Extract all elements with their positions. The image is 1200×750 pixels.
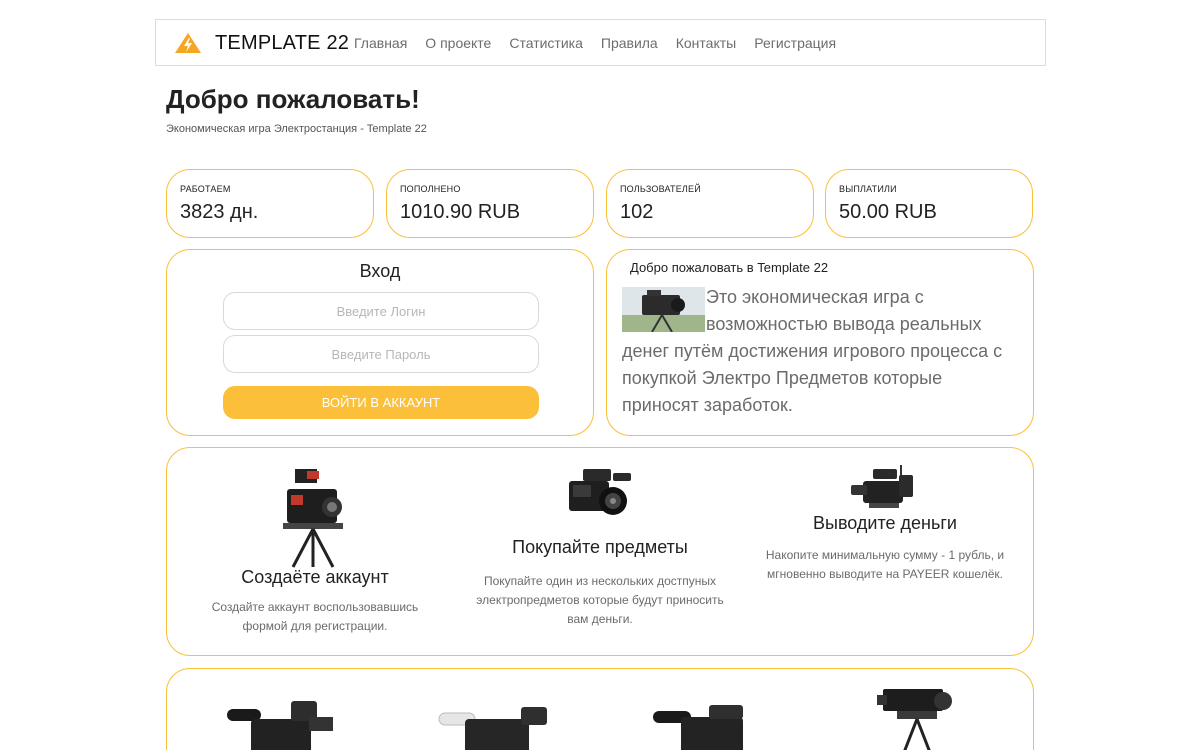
lightning-logo-icon[interactable]: [174, 32, 202, 54]
login-title: Вход: [359, 261, 401, 281]
page-subtitle: Экономическая игра Электростанция - Temp…: [166, 123, 427, 135]
step-create-account: Создаёте аккаунт Создайте аккаунт воспол…: [187, 567, 443, 636]
login-card: Вход Войти в аккаунт: [166, 249, 594, 436]
stat-value: 3823 дн.: [180, 201, 259, 223]
nav-menu: Главная О проекте Статистика Правила Кон…: [354, 35, 854, 51]
login-button[interactable]: Войти в аккаунт: [223, 386, 539, 419]
camcorder-product-icon[interactable]: [435, 705, 555, 750]
stat-card-deposited: Пополнено 1010.90 RUB: [386, 169, 594, 238]
stat-card-paid: Выплатили 50.00 RUB: [825, 169, 1033, 238]
nav-link-about[interactable]: О проекте: [425, 35, 491, 51]
login-input[interactable]: [223, 292, 539, 330]
nav-link-contacts[interactable]: Контакты: [676, 35, 736, 51]
step-buy-items: Покупайте предметы Покупайте один из нес…: [465, 537, 735, 629]
step-title: Создаёте аккаунт: [241, 567, 389, 587]
brand-name[interactable]: TEMPLATE 22: [215, 32, 349, 55]
password-input[interactable]: [223, 335, 539, 373]
stat-value: 50.00 RUB: [839, 201, 937, 223]
nav-link-home[interactable]: Главная: [354, 35, 407, 51]
welcome-text-block: Это экономическая игра с возможностью вы…: [622, 284, 1022, 419]
step-desc: Покупайте один из нескольких достпуных э…: [476, 574, 724, 626]
welcome-heading: Добро пожаловать в Template 22: [630, 260, 829, 275]
stat-label: Пользователей: [620, 184, 701, 194]
nav-link-register[interactable]: Регистрация: [754, 35, 836, 51]
step-title: Покупайте предметы: [512, 537, 688, 557]
step-desc: Накопите минимальную сумму - 1 рубль, и …: [765, 548, 1005, 581]
nav-link-stats[interactable]: Статистика: [509, 35, 583, 51]
stat-card-days: Работаем 3823 дн.: [166, 169, 374, 238]
nav-link-rules[interactable]: Правила: [601, 35, 658, 51]
camcorder-icon: [851, 465, 913, 508]
camcorder-product-icon[interactable]: [221, 693, 341, 750]
stat-card-users: Пользователей 102: [606, 169, 814, 238]
cinema-camera-icon: [569, 469, 631, 515]
stat-label: Выплатили: [839, 184, 897, 194]
cinema-camera-rig-icon: [283, 469, 343, 568]
stat-label: Работаем: [180, 184, 231, 194]
step-desc: Создайте аккаунт воспользовавшись формой…: [211, 600, 419, 633]
stat-value: 102: [620, 201, 654, 223]
welcome-card: Добро пожаловать в Template 22 Это эконо…: [606, 249, 1034, 436]
camera-photo-icon: [622, 287, 705, 332]
step-title: Выводите деньги: [813, 513, 957, 533]
steps-card: Создаёте аккаунт Создайте аккаунт воспол…: [166, 447, 1034, 656]
cinema-camera-rig-product-icon[interactable]: [873, 685, 967, 750]
step-withdraw: Выводите деньги Накопите минимальную сум…: [755, 513, 1015, 584]
products-card: [166, 668, 1034, 750]
camcorder-product-icon[interactable]: [649, 701, 769, 750]
page-title: Добро пожаловать!: [166, 84, 420, 114]
stat-label: Пополнено: [400, 184, 461, 194]
navbar: TEMPLATE 22 Главная О проекте Статистика…: [155, 19, 1046, 66]
stat-value: 1010.90 RUB: [400, 201, 521, 223]
